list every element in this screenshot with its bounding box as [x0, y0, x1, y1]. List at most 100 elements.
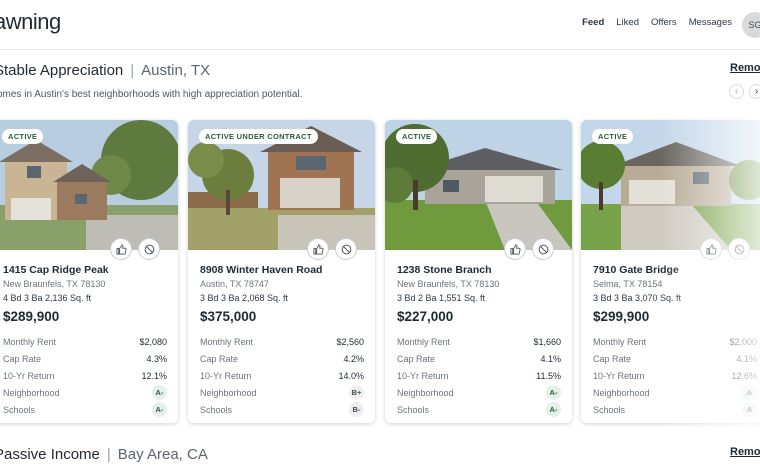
- like-button[interactable]: [110, 238, 132, 260]
- metric-10yr-return: 10-Yr Return 11.5%: [397, 367, 561, 384]
- metric-value: $2,560: [336, 336, 364, 347]
- metric-value: 4.1%: [540, 353, 561, 364]
- main-nav: Feed Liked Offers Messages: [582, 17, 732, 28]
- metric-schools: Schools A-: [397, 401, 561, 418]
- metric-label: 10-Yr Return: [593, 370, 645, 381]
- metric-value: $1,660: [533, 336, 561, 347]
- property-address[interactable]: 1415 Cap Ridge Peak: [3, 264, 109, 276]
- property-city: Austin, TX 78747: [200, 279, 269, 289]
- section-title: Stable Appreciation | Austin, TX: [0, 62, 210, 79]
- grade-badge: A-: [152, 385, 167, 400]
- nav-liked[interactable]: Liked: [616, 17, 639, 28]
- block-icon: [538, 244, 548, 254]
- thumbs-up-icon: [313, 244, 324, 254]
- property-specs: 3 Bd 3 Ba 3,070 Sq. ft: [593, 293, 682, 303]
- metric-label: Neighborhood: [397, 387, 454, 398]
- metric-label: Schools: [593, 404, 626, 415]
- thumbs-up-icon: [706, 244, 717, 254]
- metric-label: Neighborhood: [3, 387, 60, 398]
- block-icon: [144, 244, 154, 254]
- hide-button[interactable]: [728, 238, 750, 260]
- metric-neighborhood: Neighborhood B+: [200, 384, 364, 401]
- metric-schools: Schools A-: [3, 401, 167, 418]
- property-address[interactable]: 1238 Stone Branch: [397, 264, 492, 276]
- thumbs-up-icon: [116, 244, 127, 254]
- metric-label: Schools: [200, 404, 233, 415]
- property-address[interactable]: 8908 Winter Haven Road: [200, 264, 322, 276]
- hide-button[interactable]: [138, 238, 160, 260]
- section-location: Bay Area, CA: [117, 446, 208, 463]
- property-card[interactable]: ACTIVE UNDER CONTRACT 8908 Winter Haven …: [188, 120, 375, 423]
- metric-label: Monthly Rent: [3, 336, 57, 347]
- property-photo[interactable]: ACTIVE: [385, 120, 572, 250]
- logo[interactable]: awning: [0, 9, 61, 35]
- metric-neighborhood: Neighborhood A: [593, 384, 757, 401]
- like-button[interactable]: [504, 238, 526, 260]
- property-photo[interactable]: ACTIVE: [581, 120, 760, 250]
- title-separator: |: [130, 62, 135, 79]
- property-metrics: Monthly Rent $2,560 Cap Rate 4.2% 10-Yr Re…: [200, 333, 364, 418]
- property-city: New Braunfels, TX 78130: [3, 279, 106, 289]
- property-specs: 4 Bd 3 Ba 2,136 Sq. ft: [3, 293, 92, 303]
- metric-label: Neighborhood: [200, 387, 257, 398]
- property-card[interactable]: ACTIVE 1415 Cap Ridge Peak New Braunfels…: [0, 120, 178, 423]
- nav-feed[interactable]: Feed: [582, 17, 604, 28]
- metric-cap-rate: Cap Rate 4.2%: [200, 350, 364, 367]
- hide-button[interactable]: [532, 238, 554, 260]
- metric-10yr-return: 10-Yr Return 12.1%: [3, 367, 167, 384]
- grade-badge: A: [742, 385, 757, 400]
- metric-label: 10-Yr Return: [200, 370, 252, 381]
- nav-offers[interactable]: Offers: [651, 17, 677, 28]
- status-badge: ACTIVE: [2, 129, 44, 144]
- metric-value: $2,080: [139, 336, 167, 347]
- hide-button[interactable]: [335, 238, 357, 260]
- chevron-left-icon: ‹: [734, 86, 739, 97]
- metric-cap-rate: Cap Rate 4.1%: [593, 350, 757, 367]
- property-price: $289,900: [3, 309, 60, 324]
- grade-badge: A-: [546, 402, 561, 417]
- metric-10yr-return: 10-Yr Return 12.6%: [593, 367, 757, 384]
- property-metrics: Monthly Rent $1,660 Cap Rate 4.1% 10-Yr Re…: [397, 333, 561, 418]
- remove-section-button[interactable]: Remove: [730, 446, 760, 458]
- metric-label: 10-Yr Return: [3, 370, 55, 381]
- metric-value: 4.1%: [736, 353, 757, 364]
- nav-messages[interactable]: Messages: [689, 17, 732, 28]
- property-card[interactable]: ACTIVE 7910 Gate Bridge Selma, TX 78154 …: [581, 120, 760, 423]
- metric-schools: Schools B-: [200, 401, 364, 418]
- metric-label: Monthly Rent: [593, 336, 647, 347]
- status-badge: ACTIVE: [592, 129, 634, 144]
- metric-schools: Schools A: [593, 401, 757, 418]
- property-address[interactable]: 7910 Gate Bridge: [593, 264, 679, 276]
- metric-cap-rate: Cap Rate 4.3%: [3, 350, 167, 367]
- metric-monthly-rent: Monthly Rent $2,560: [200, 333, 364, 350]
- section-name: Passive Income: [0, 446, 100, 463]
- property-metrics: Monthly Rent $2,080 Cap Rate 4.3% 10-Yr Re…: [3, 333, 167, 418]
- section-title: Passive Income | Bay Area, CA: [0, 446, 208, 463]
- property-photo[interactable]: ACTIVE: [0, 120, 178, 250]
- section-name: Stable Appreciation: [0, 62, 124, 79]
- like-button[interactable]: [700, 238, 722, 260]
- top-bar: awning Feed Liked Offers Messages SG: [0, 0, 760, 50]
- like-button[interactable]: [307, 238, 329, 260]
- metric-10yr-return: 10-Yr Return 14.0%: [200, 367, 364, 384]
- property-card[interactable]: ACTIVE 1238 Stone Branch New Braunfels, …: [385, 120, 572, 423]
- thumbs-up-icon: [510, 244, 521, 254]
- carousel-next-button[interactable]: ›: [749, 84, 760, 99]
- block-icon: [734, 244, 744, 254]
- carousel-prev-button[interactable]: ‹: [729, 84, 744, 99]
- metric-label: 10-Yr Return: [397, 370, 449, 381]
- avatar[interactable]: SG: [742, 12, 760, 38]
- grade-badge: A: [742, 402, 757, 417]
- property-photo[interactable]: ACTIVE UNDER CONTRACT: [188, 120, 375, 250]
- property-city: New Braunfels, TX 78130: [397, 279, 500, 289]
- property-price: $375,000: [200, 309, 257, 324]
- remove-section-button[interactable]: Remove: [730, 62, 760, 74]
- metric-label: Monthly Rent: [200, 336, 254, 347]
- title-separator: |: [106, 446, 111, 463]
- block-icon: [341, 244, 351, 254]
- section-location: Austin, TX: [141, 62, 211, 79]
- status-badge: ACTIVE: [396, 129, 438, 144]
- status-badge: ACTIVE UNDER CONTRACT: [199, 129, 318, 144]
- property-specs: 3 Bd 3 Ba 2,068 Sq. ft: [200, 293, 289, 303]
- metric-value: 14.0%: [338, 370, 364, 381]
